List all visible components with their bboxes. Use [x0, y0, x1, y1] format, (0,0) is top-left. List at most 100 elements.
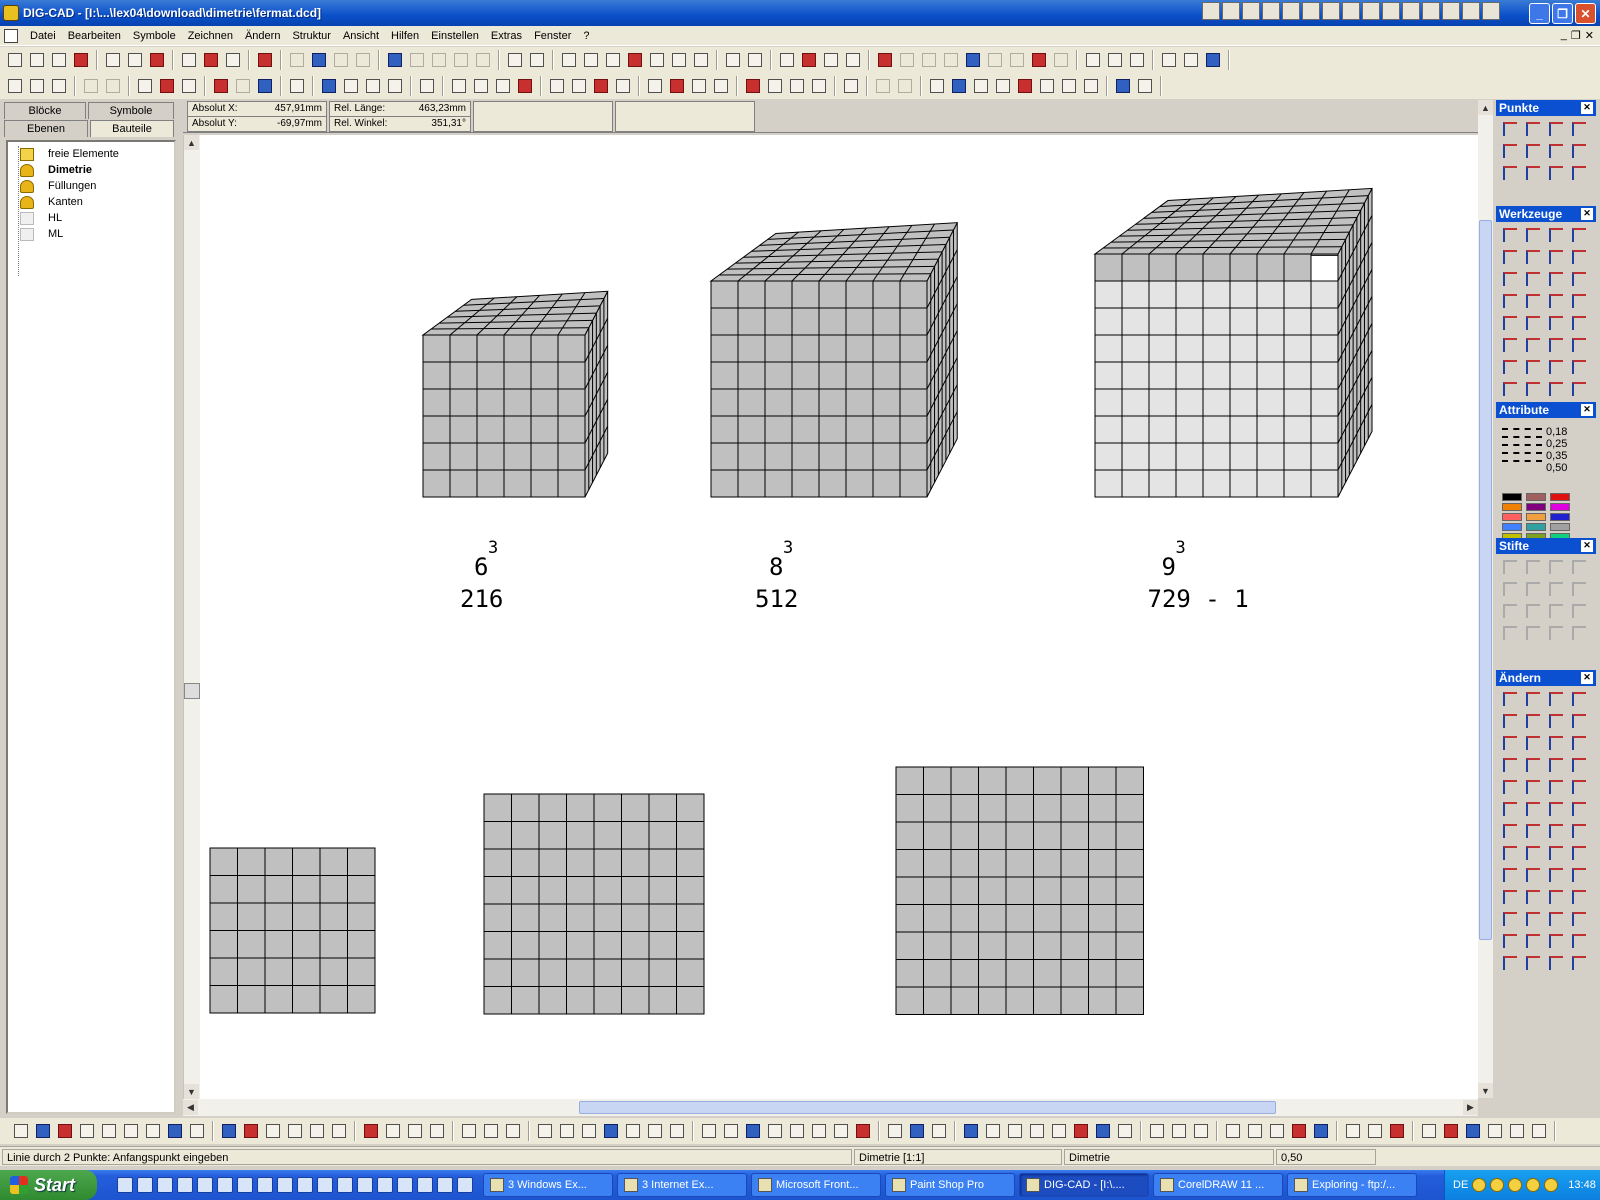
tool-icon[interactable]	[1498, 312, 1520, 333]
quick-launch-icon[interactable]	[117, 1177, 133, 1193]
toolbar-icon[interactable]	[919, 50, 939, 70]
vertical-scroll-thumb[interactable]	[1479, 220, 1492, 940]
status-layer[interactable]: Dimetrie	[1064, 1149, 1274, 1165]
toolbar-icon[interactable]	[723, 50, 743, 70]
quick-icon[interactable]	[1302, 2, 1320, 20]
toolbar-icon[interactable]	[1105, 50, 1125, 70]
toolbar-icon[interactable]	[121, 1121, 141, 1141]
toolbar-icon[interactable]	[927, 76, 947, 96]
tool-icon[interactable]	[1567, 378, 1589, 399]
tool-icon[interactable]	[1567, 118, 1589, 139]
tool-icon[interactable]	[1567, 622, 1589, 643]
tool-icon[interactable]	[1521, 842, 1543, 863]
tool-icon[interactable]	[1498, 290, 1520, 311]
toolbar-icon[interactable]	[285, 1121, 305, 1141]
tool-icon[interactable]	[1567, 246, 1589, 267]
color-swatch[interactable]	[1526, 513, 1546, 521]
toolbar-icon[interactable]	[1267, 1121, 1287, 1141]
tool-icon[interactable]	[1567, 224, 1589, 245]
toolbar-icon[interactable]	[201, 50, 221, 70]
toolbar-icon[interactable]	[263, 1121, 283, 1141]
tool-icon[interactable]	[1498, 864, 1520, 885]
toolbar-icon[interactable]	[1441, 1121, 1461, 1141]
tool-icon[interactable]	[1544, 290, 1566, 311]
tool-icon[interactable]	[1567, 886, 1589, 907]
color-swatch[interactable]	[1550, 513, 1570, 521]
toolbar-icon[interactable]	[601, 1121, 621, 1141]
toolbar-icon[interactable]	[895, 76, 915, 96]
tool-icon[interactable]	[1567, 268, 1589, 289]
toolbar-icon[interactable]	[745, 50, 765, 70]
drawing-canvas[interactable]: 6 3 216 8 3 512 9 3 729 - 1	[200, 135, 1478, 1099]
tool-icon[interactable]	[1544, 952, 1566, 973]
quick-icon[interactable]	[1262, 2, 1280, 20]
toolbar-icon[interactable]	[907, 1121, 927, 1141]
tool-icon[interactable]	[1567, 798, 1589, 819]
toolbar-icon[interactable]	[667, 1121, 687, 1141]
tool-icon[interactable]	[1544, 864, 1566, 885]
toolbar-icon[interactable]	[1223, 1121, 1243, 1141]
tool-icon[interactable]	[1544, 930, 1566, 951]
doc-minimize-icon[interactable]: _	[1561, 29, 1567, 42]
tool-icon[interactable]	[1498, 140, 1520, 161]
tool-icon[interactable]	[1498, 224, 1520, 245]
toolbar-icon[interactable]	[809, 1121, 829, 1141]
palette-header[interactable]: Werkzeuge ✕	[1496, 206, 1596, 222]
palette-header[interactable]: Stifte ✕	[1496, 538, 1596, 554]
toolbar-icon[interactable]	[1081, 76, 1101, 96]
quick-launch-icon[interactable]	[337, 1177, 353, 1193]
toolbar-icon[interactable]	[11, 1121, 31, 1141]
toolbar-icon[interactable]	[873, 76, 893, 96]
toolbar-icon[interactable]	[505, 50, 525, 70]
toolbar-icon[interactable]	[765, 76, 785, 96]
quick-icon[interactable]	[1362, 2, 1380, 20]
toolbar-icon[interactable]	[1419, 1121, 1439, 1141]
toolbar-icon[interactable]	[143, 1121, 163, 1141]
tool-icon[interactable]	[1567, 578, 1589, 599]
tool-icon[interactable]	[1567, 864, 1589, 885]
maximize-button[interactable]: ❐	[1552, 3, 1573, 24]
quick-icon[interactable]	[1382, 2, 1400, 20]
toolbar-icon[interactable]	[843, 50, 863, 70]
quick-icon[interactable]	[1342, 2, 1360, 20]
tool-icon[interactable]	[1567, 754, 1589, 775]
toolbar-icon[interactable]	[179, 50, 199, 70]
tool-icon[interactable]	[1544, 622, 1566, 643]
tab-symbole[interactable]: Symbole	[88, 102, 174, 119]
toolbar-icon[interactable]	[1007, 50, 1027, 70]
quick-launch-icon[interactable]	[417, 1177, 433, 1193]
menu-item[interactable]: Datei	[24, 30, 62, 42]
doc-restore-icon[interactable]: ❐	[1571, 29, 1581, 42]
tab-bloecke[interactable]: Blöcke	[4, 102, 86, 119]
scroll-down-icon[interactable]: ▼	[1478, 1083, 1493, 1098]
tool-icon[interactable]	[1544, 140, 1566, 161]
menu-item[interactable]: ?	[577, 30, 595, 42]
toolbar-icon[interactable]	[1071, 1121, 1091, 1141]
tool-icon[interactable]	[1567, 356, 1589, 377]
toolbar-icon[interactable]	[55, 1121, 75, 1141]
color-swatch[interactable]	[1502, 523, 1522, 531]
toolbar-icon[interactable]	[831, 1121, 851, 1141]
tree-item[interactable]: Dimetrie	[20, 162, 92, 178]
toolbar-icon[interactable]	[885, 1121, 905, 1141]
quick-launch-icon[interactable]	[137, 1177, 153, 1193]
tool-icon[interactable]	[1521, 290, 1543, 311]
taskbar-task[interactable]: Paint Shop Pro	[885, 1173, 1015, 1197]
menu-item[interactable]: Ansicht	[337, 30, 385, 42]
quick-launch-icon[interactable]	[277, 1177, 293, 1193]
minimize-button[interactable]: _	[1529, 3, 1550, 24]
toolbar-icon[interactable]	[5, 50, 25, 70]
color-swatch[interactable]	[1502, 513, 1522, 521]
tool-icon[interactable]	[1521, 952, 1543, 973]
menu-item[interactable]: Struktur	[286, 30, 337, 42]
tool-icon[interactable]	[1521, 930, 1543, 951]
menu-item[interactable]: Extras	[485, 30, 528, 42]
toolbar-icon[interactable]	[647, 50, 667, 70]
toolbar-icon[interactable]	[157, 76, 177, 96]
toolbar-icon[interactable]	[307, 1121, 327, 1141]
tool-icon[interactable]	[1521, 118, 1543, 139]
tool-icon[interactable]	[1544, 886, 1566, 907]
tool-icon[interactable]	[1498, 268, 1520, 289]
toolbar-icon[interactable]	[255, 50, 275, 70]
toolbar-icon[interactable]	[385, 50, 405, 70]
